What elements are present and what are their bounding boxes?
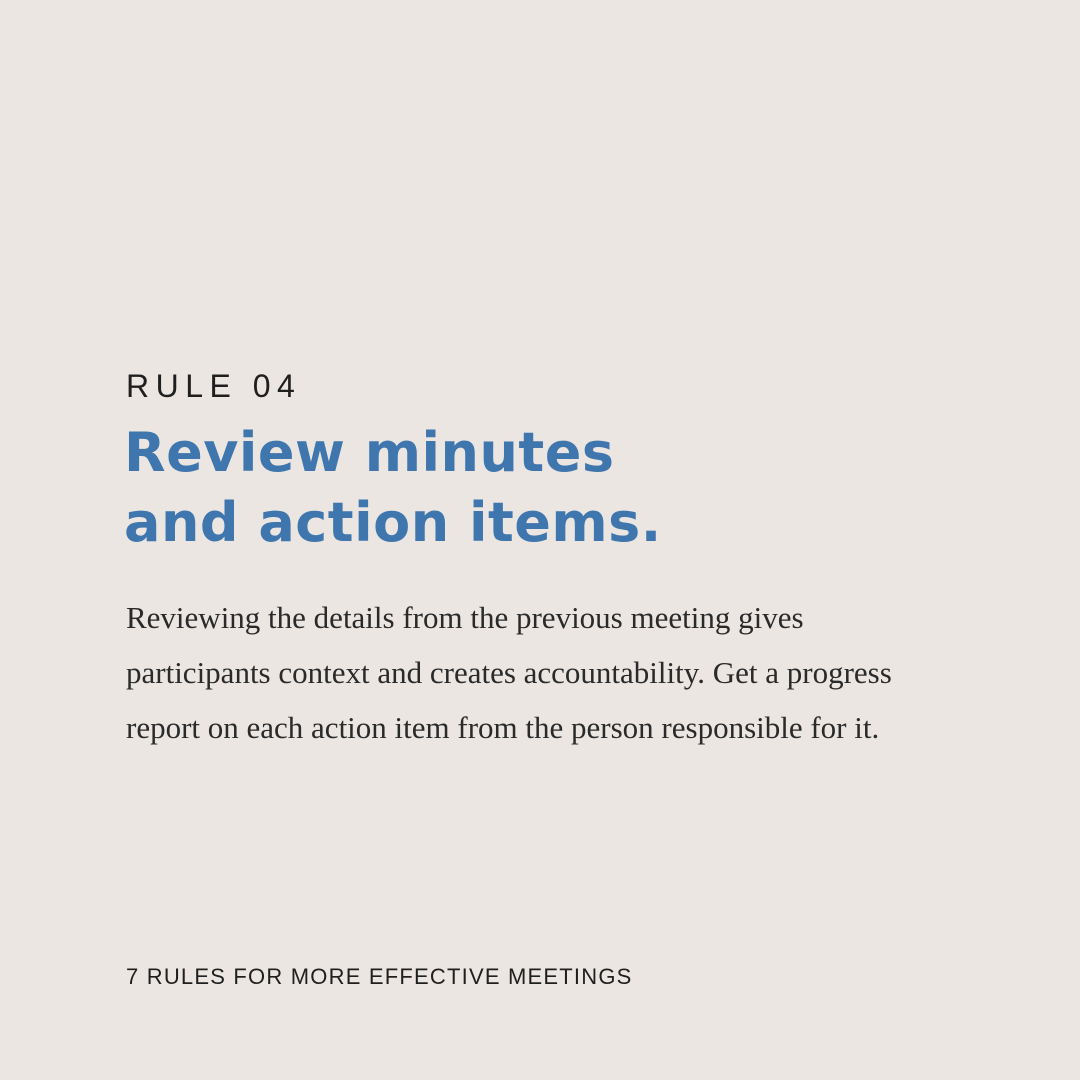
rule-description: Reviewing the details from the previous … <box>126 600 892 745</box>
series-title: 7 RULES FOR MORE EFFECTIVE MEETINGS <box>126 964 633 989</box>
rule-headline-line-2: and action items. <box>124 491 662 554</box>
rule-number-label: RULE 04 <box>126 368 302 404</box>
rule-headline: Review minutes and action items. <box>124 418 944 558</box>
rule-headline-line-1: Review minutes <box>124 421 615 484</box>
rule-card: RULE 04 Review minutes and action items.… <box>0 0 1080 1080</box>
